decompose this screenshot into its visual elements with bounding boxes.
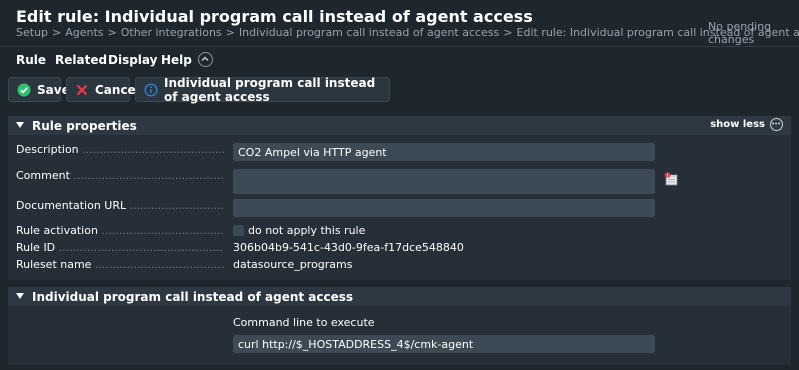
collapse-menu-icon[interactable] (198, 52, 213, 67)
value-section-header[interactable]: Individual program call instead of agent… (8, 287, 791, 306)
documentation-url-label: Documentation URL ......................… (16, 199, 224, 212)
breadcrumb-separator: > (107, 26, 117, 39)
caret-down-icon (16, 293, 24, 300)
breadcrumb: Setup > Agents > Other integrations > Individu… (16, 26, 799, 39)
breadcrumb-agents[interactable]: Agents (65, 26, 103, 39)
rule-properties-section: Rule properties show less Description ..… (8, 116, 791, 280)
cross-icon (75, 83, 89, 97)
cancel-button[interactable]: Cancel (66, 77, 140, 102)
toolbar: Save Cancel Individual program call inst… (0, 72, 799, 110)
pending-changes[interactable]: No pending changes (708, 20, 788, 46)
command-line-field[interactable]: curl http://$_HOSTADDRESS_4$/cmk-agent (233, 335, 655, 353)
menu-help[interactable]: Help (161, 53, 192, 67)
documentation-url-field[interactable] (233, 199, 655, 217)
menu-display[interactable]: Display (108, 53, 157, 67)
info-icon (144, 82, 158, 97)
check-icon (17, 83, 31, 97)
breadcrumb-ruleset[interactable]: Individual program call instead of agent… (239, 26, 499, 39)
ruleset-name-value: datasource_programs (233, 258, 353, 271)
save-button[interactable]: Save (8, 77, 70, 102)
breadcrumb-other-integrations[interactable]: Other integrations (121, 26, 222, 39)
value-section: Individual program call instead of agent… (8, 287, 791, 365)
breadcrumb-separator: > (225, 26, 235, 39)
menu-rule[interactable]: Rule (16, 53, 46, 67)
rule-properties-header[interactable]: Rule properties show less (8, 116, 791, 135)
page-title: Edit rule: Individual program call inste… (16, 7, 533, 26)
breadcrumb-separator: > (52, 26, 62, 39)
comment-field[interactable] (233, 169, 655, 194)
save-label: Save (37, 82, 70, 97)
description-field[interactable]: CO2 Ampel via HTTP agent (233, 143, 655, 161)
rule-properties-title: Rule properties (32, 118, 137, 133)
ruleset-info-label: Individual program call instead of agent… (164, 75, 376, 104)
add-comment-date-icon[interactable] (664, 171, 678, 190)
ellipsis-icon (770, 118, 783, 131)
value-section-title: Individual program call instead of agent… (32, 289, 354, 304)
title-bar: Edit rule: Individual program call inste… (0, 0, 799, 46)
menu-bar: Rule Related Display Help (0, 46, 799, 72)
breadcrumb-separator: > (503, 26, 513, 39)
comment-label: Comment ................................… (16, 169, 224, 182)
ruleset-name-label: Ruleset name ...........................… (16, 258, 224, 271)
description-label: Description ............................… (16, 143, 224, 156)
rule-id-value: 306b04b9-541c-43d0-9fea-f17dce548840 (233, 241, 464, 254)
cancel-label: Cancel (95, 82, 140, 97)
command-line-label: Command line to execute (233, 316, 375, 329)
rule-id-label: Rule ID ................................… (16, 241, 224, 254)
show-less-toggle[interactable]: show less (710, 118, 783, 131)
menu-related[interactable]: Related (55, 53, 107, 67)
show-less-label: show less (710, 119, 765, 130)
disable-rule-checkbox-label[interactable]: do not apply this rule (248, 224, 365, 237)
breadcrumb-setup[interactable]: Setup (16, 26, 48, 39)
disable-rule-checkbox[interactable] (233, 225, 244, 236)
rule-activation-label: Rule activation ........................… (16, 224, 224, 237)
caret-down-icon (16, 122, 24, 129)
ruleset-info-button[interactable]: Individual program call instead of agent… (135, 75, 390, 104)
